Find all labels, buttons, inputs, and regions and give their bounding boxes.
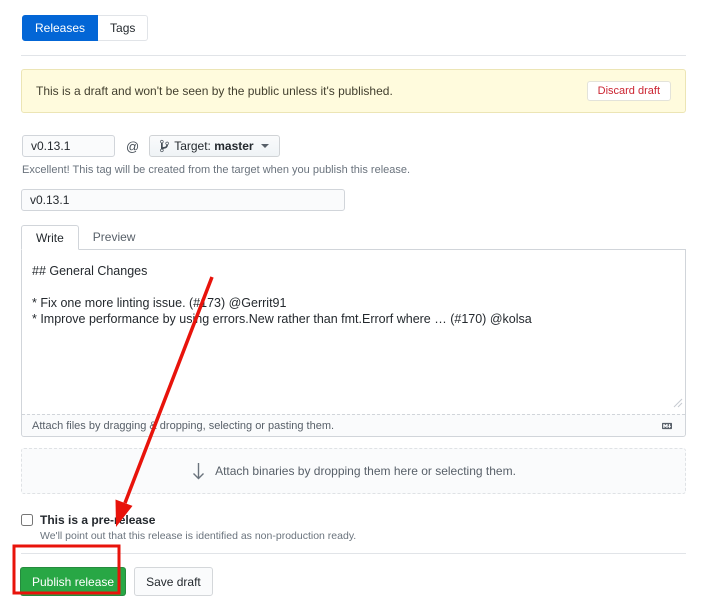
target-branch-dropdown[interactable]: Target: master [149, 135, 279, 157]
at-symbol: @ [126, 139, 139, 154]
git-branch-icon [160, 139, 169, 153]
prerelease-label[interactable]: This is a pre-release [40, 513, 155, 527]
binary-dropzone[interactable]: Attach binaries by dropping them here or… [21, 448, 686, 494]
discard-draft-button[interactable]: Discard draft [587, 81, 671, 101]
attach-files-hint: Attach files by dragging & dropping, sel… [32, 420, 334, 432]
release-notes-textarea[interactable]: ## General Changes * Fix one more lintin… [22, 250, 685, 414]
release-edit-page: Releases Tags This is a draft and won't … [0, 0, 707, 600]
binary-dropzone-label: Attach binaries by dropping them here or… [215, 464, 516, 478]
top-divider [21, 55, 686, 56]
save-draft-button[interactable]: Save draft [134, 567, 213, 596]
subnav-item-releases[interactable]: Releases [22, 15, 98, 41]
publish-release-button[interactable]: Publish release [20, 567, 126, 596]
attach-files-bar[interactable]: Attach files by dragging & dropping, sel… [22, 414, 685, 436]
tag-row: @ Target: master [22, 135, 686, 157]
draft-banner: This is a draft and won't be seen by the… [21, 69, 686, 113]
release-notes-editor: ## General Changes * Fix one more lintin… [21, 250, 686, 437]
chevron-down-icon [261, 144, 269, 148]
actions-divider [21, 553, 686, 554]
action-buttons: Publish release Save draft [20, 567, 707, 596]
tag-name-input[interactable] [22, 135, 115, 157]
markdown-icon[interactable] [659, 421, 675, 431]
down-arrow-icon [191, 462, 206, 480]
releases-tags-subnav: Releases Tags [22, 15, 148, 41]
prerelease-description: We'll point out that this release is ide… [40, 530, 707, 542]
subnav-item-tags[interactable]: Tags [98, 15, 148, 41]
target-branch-label: Target: master [174, 139, 253, 153]
draft-banner-message: This is a draft and won't be seen by the… [36, 84, 393, 98]
tab-preview[interactable]: Preview [79, 225, 150, 249]
resize-grip[interactable] [673, 396, 683, 412]
release-title-input[interactable] [21, 189, 345, 211]
tab-write[interactable]: Write [21, 225, 79, 250]
tag-helper-text: Excellent! This tag will be created from… [22, 164, 707, 176]
editor-tabnav: Write Preview [21, 225, 686, 250]
prerelease-checkbox[interactable] [21, 514, 33, 526]
prerelease-section: This is a pre-release We'll point out th… [21, 513, 707, 542]
